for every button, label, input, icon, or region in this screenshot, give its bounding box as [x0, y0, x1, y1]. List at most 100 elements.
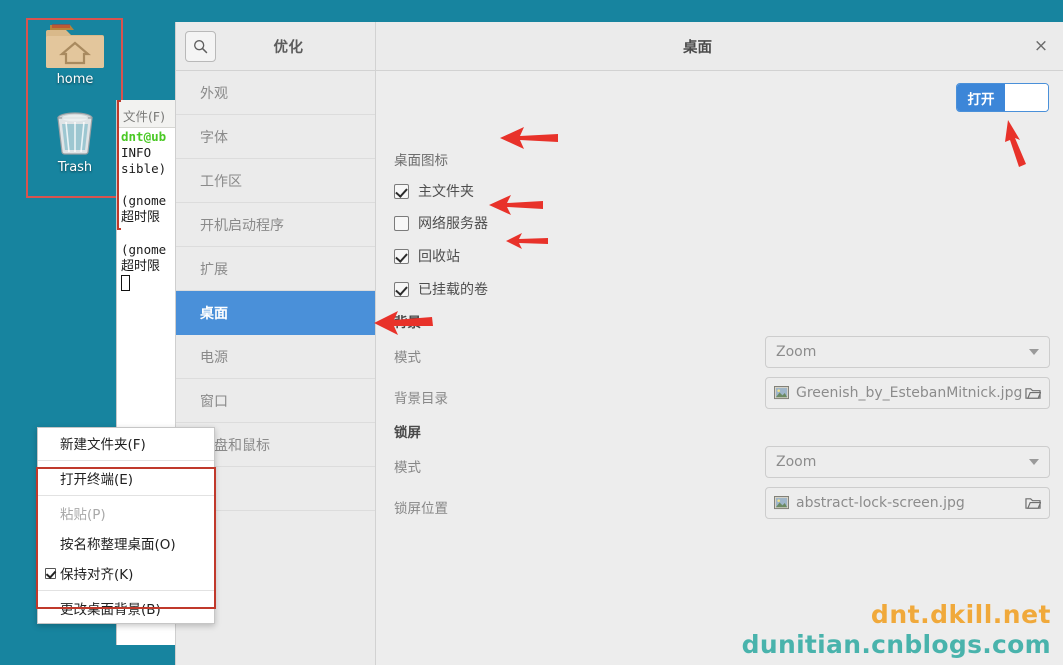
- desktop-icon-label: Trash: [57, 160, 93, 175]
- lockscreen-mode-select[interactable]: Zoom: [765, 446, 1050, 478]
- group-title-desktop-icons: 桌面图标: [394, 153, 448, 169]
- settings-content-pane: 打开 桌面图标 主文件夹 网络服务器 回收站 已挂载的卷 背景 模式 Zoom …: [376, 71, 1063, 665]
- terminal-line: 超时限: [121, 210, 161, 225]
- menu-item-keep-aligned[interactable]: 保持对齐(K): [38, 558, 214, 588]
- menu-item-organize-by-name[interactable]: 按名称整理桌面(O): [38, 528, 214, 558]
- menu-separator: [38, 460, 214, 461]
- sidebar-item-label: 电源: [200, 349, 228, 366]
- background-mode-select[interactable]: Zoom: [765, 336, 1050, 368]
- open-folder-icon: [1025, 387, 1041, 399]
- image-file-icon: [774, 386, 789, 400]
- toggle-off-track: [1005, 84, 1048, 111]
- terminal-line: (gnome: [121, 242, 167, 257]
- terminal-menubar[interactable]: 文件(F): [117, 100, 178, 128]
- desktop-background[interactable]: home Trash 文件(F) dnt@ub INFO sible) (gno…: [0, 0, 1063, 665]
- label-background-mode: 模式: [394, 350, 421, 366]
- group-title-lockscreen: 锁屏: [394, 425, 421, 441]
- checkbox-mounted-volumes[interactable]: [394, 281, 409, 297]
- terminal-line: INFO: [121, 145, 152, 160]
- desktop-icon-home[interactable]: home: [27, 22, 123, 87]
- lockscreen-image-name: abstract-lock-screen.jpg: [796, 495, 965, 511]
- sidebar-item-label: 开机启动程序: [200, 217, 284, 234]
- background-image-chooser[interactable]: Greenish_by_EstebanMitnick.jpg: [765, 377, 1050, 409]
- label-background-directory: 背景目录: [394, 391, 448, 407]
- desktop-context-menu[interactable]: 新建文件夹(F) 打开终端(E) 粘贴(P) 按名称整理桌面(O) 保持对齐(K…: [37, 427, 215, 624]
- sidebar-item-label: 字体: [200, 129, 228, 146]
- terminal-output: dnt@ub INFO sible) (gnome 超时限 (gnome 超时限: [117, 128, 178, 292]
- terminal-line: 超时限: [121, 259, 161, 274]
- terminal-prompt: dnt@ub: [121, 129, 167, 144]
- image-file-icon: [774, 496, 789, 510]
- watermark-line-2: dunitian.cnblogs.com: [741, 630, 1051, 659]
- sidebar-item-label: 工作区: [200, 173, 242, 190]
- menu-item-label: 更改桌面背景(B): [60, 602, 161, 618]
- terminal-highlight-box: [117, 100, 121, 230]
- menu-item-label: 保持对齐(K): [60, 567, 134, 583]
- app-title: 优化: [273, 39, 304, 56]
- lockscreen-image-chooser[interactable]: abstract-lock-screen.jpg: [765, 487, 1050, 519]
- sidebar-item-extensions[interactable]: 扩展: [176, 247, 375, 291]
- checkbox-row-mounted-volumes[interactable]: 已挂载的卷: [394, 279, 488, 299]
- sidebar-item-label: 外观: [200, 85, 228, 102]
- sidebar-item-label: 扩展: [200, 261, 228, 278]
- home-folder-icon: [46, 24, 104, 68]
- menu-item-label: 粘贴(P): [60, 507, 106, 523]
- chevron-down-icon: [1029, 349, 1039, 355]
- search-icon: [194, 39, 208, 53]
- watermark: dnt.dkill.net dunitian.cnblogs.com: [742, 600, 1051, 659]
- close-icon[interactable]: ×: [1019, 36, 1063, 56]
- toggle-on-label: 打开: [957, 84, 1005, 111]
- sidebar-item-appearance[interactable]: 外观: [176, 71, 375, 115]
- label-lockscreen-mode: 模式: [394, 460, 421, 476]
- desktop-icons-toggle[interactable]: 打开: [956, 83, 1049, 112]
- checkbox-row-home-folder[interactable]: 主文件夹: [394, 181, 474, 201]
- sidebar-item-label: 桌面: [200, 305, 228, 322]
- desktop-icon-trash[interactable]: Trash: [27, 108, 123, 175]
- checkbox-label: 主文件夹: [418, 184, 474, 200]
- checkbox-row-network-server[interactable]: 网络服务器: [394, 213, 488, 233]
- menu-item-new-folder[interactable]: 新建文件夹(F): [38, 428, 214, 458]
- checkbox-label: 已挂载的卷: [418, 282, 488, 298]
- open-folder-icon: [1025, 497, 1041, 509]
- sidebar-item-label: 窗口: [200, 393, 228, 410]
- background-mode-value: Zoom: [776, 344, 817, 360]
- menu-item-change-background[interactable]: 更改桌面背景(B): [38, 593, 214, 623]
- sidebar-item-windows[interactable]: 窗口: [176, 379, 375, 423]
- menu-separator: [38, 495, 214, 496]
- window-header-bar: 优化 桌面 ×: [176, 22, 1063, 71]
- menu-item-label: 新建文件夹(F): [60, 437, 146, 453]
- gnome-tweaks-window[interactable]: 优化 桌面 × 外观 字体 工作区 开机启动程序 扩展 桌面 电源 窗口 键盘和…: [175, 22, 1063, 665]
- trash-icon: [57, 112, 93, 155]
- terminal-cursor: [121, 275, 130, 291]
- desktop-icon-label: home: [56, 72, 94, 87]
- lockscreen-mode-value: Zoom: [776, 454, 817, 470]
- header-left-pane: 优化: [176, 22, 376, 70]
- checkbox-row-trash[interactable]: 回收站: [394, 246, 460, 266]
- sidebar-item-startup-apps[interactable]: 开机启动程序: [176, 203, 375, 247]
- checkbox-trash[interactable]: [394, 248, 409, 264]
- window-body: 外观 字体 工作区 开机启动程序 扩展 桌面 电源 窗口 键盘和鼠标 打开 桌面…: [176, 71, 1063, 665]
- label-lockscreen-position: 锁屏位置: [394, 501, 448, 517]
- chevron-down-icon: [1029, 459, 1039, 465]
- menu-item-open-terminal[interactable]: 打开终端(E): [38, 463, 214, 493]
- sidebar-item-desktop[interactable]: 桌面: [176, 291, 375, 335]
- page-title: 桌面: [683, 39, 712, 56]
- terminal-menu-file[interactable]: 文件(F): [123, 109, 165, 124]
- menu-item-label: 按名称整理桌面(O): [60, 537, 176, 553]
- group-title-background: 背景: [394, 315, 421, 331]
- search-button[interactable]: [185, 30, 216, 62]
- sidebar-item-workspaces[interactable]: 工作区: [176, 159, 375, 203]
- menu-checkbox-keep-aligned[interactable]: [45, 567, 56, 579]
- checkbox-network-server[interactable]: [394, 215, 409, 231]
- terminal-line: (gnome: [121, 193, 167, 208]
- menu-separator: [38, 590, 214, 591]
- sidebar-item-power[interactable]: 电源: [176, 335, 375, 379]
- checkbox-home-folder[interactable]: [394, 183, 409, 199]
- checkbox-label: 回收站: [418, 249, 460, 265]
- sidebar-item-fonts[interactable]: 字体: [176, 115, 375, 159]
- checkbox-label: 网络服务器: [418, 216, 488, 232]
- background-image-name: Greenish_by_EstebanMitnick.jpg: [796, 385, 1023, 401]
- menu-item-paste: 粘贴(P): [38, 498, 214, 528]
- terminal-line: sible): [121, 161, 167, 176]
- watermark-line-1: dnt.dkill.net: [870, 600, 1051, 629]
